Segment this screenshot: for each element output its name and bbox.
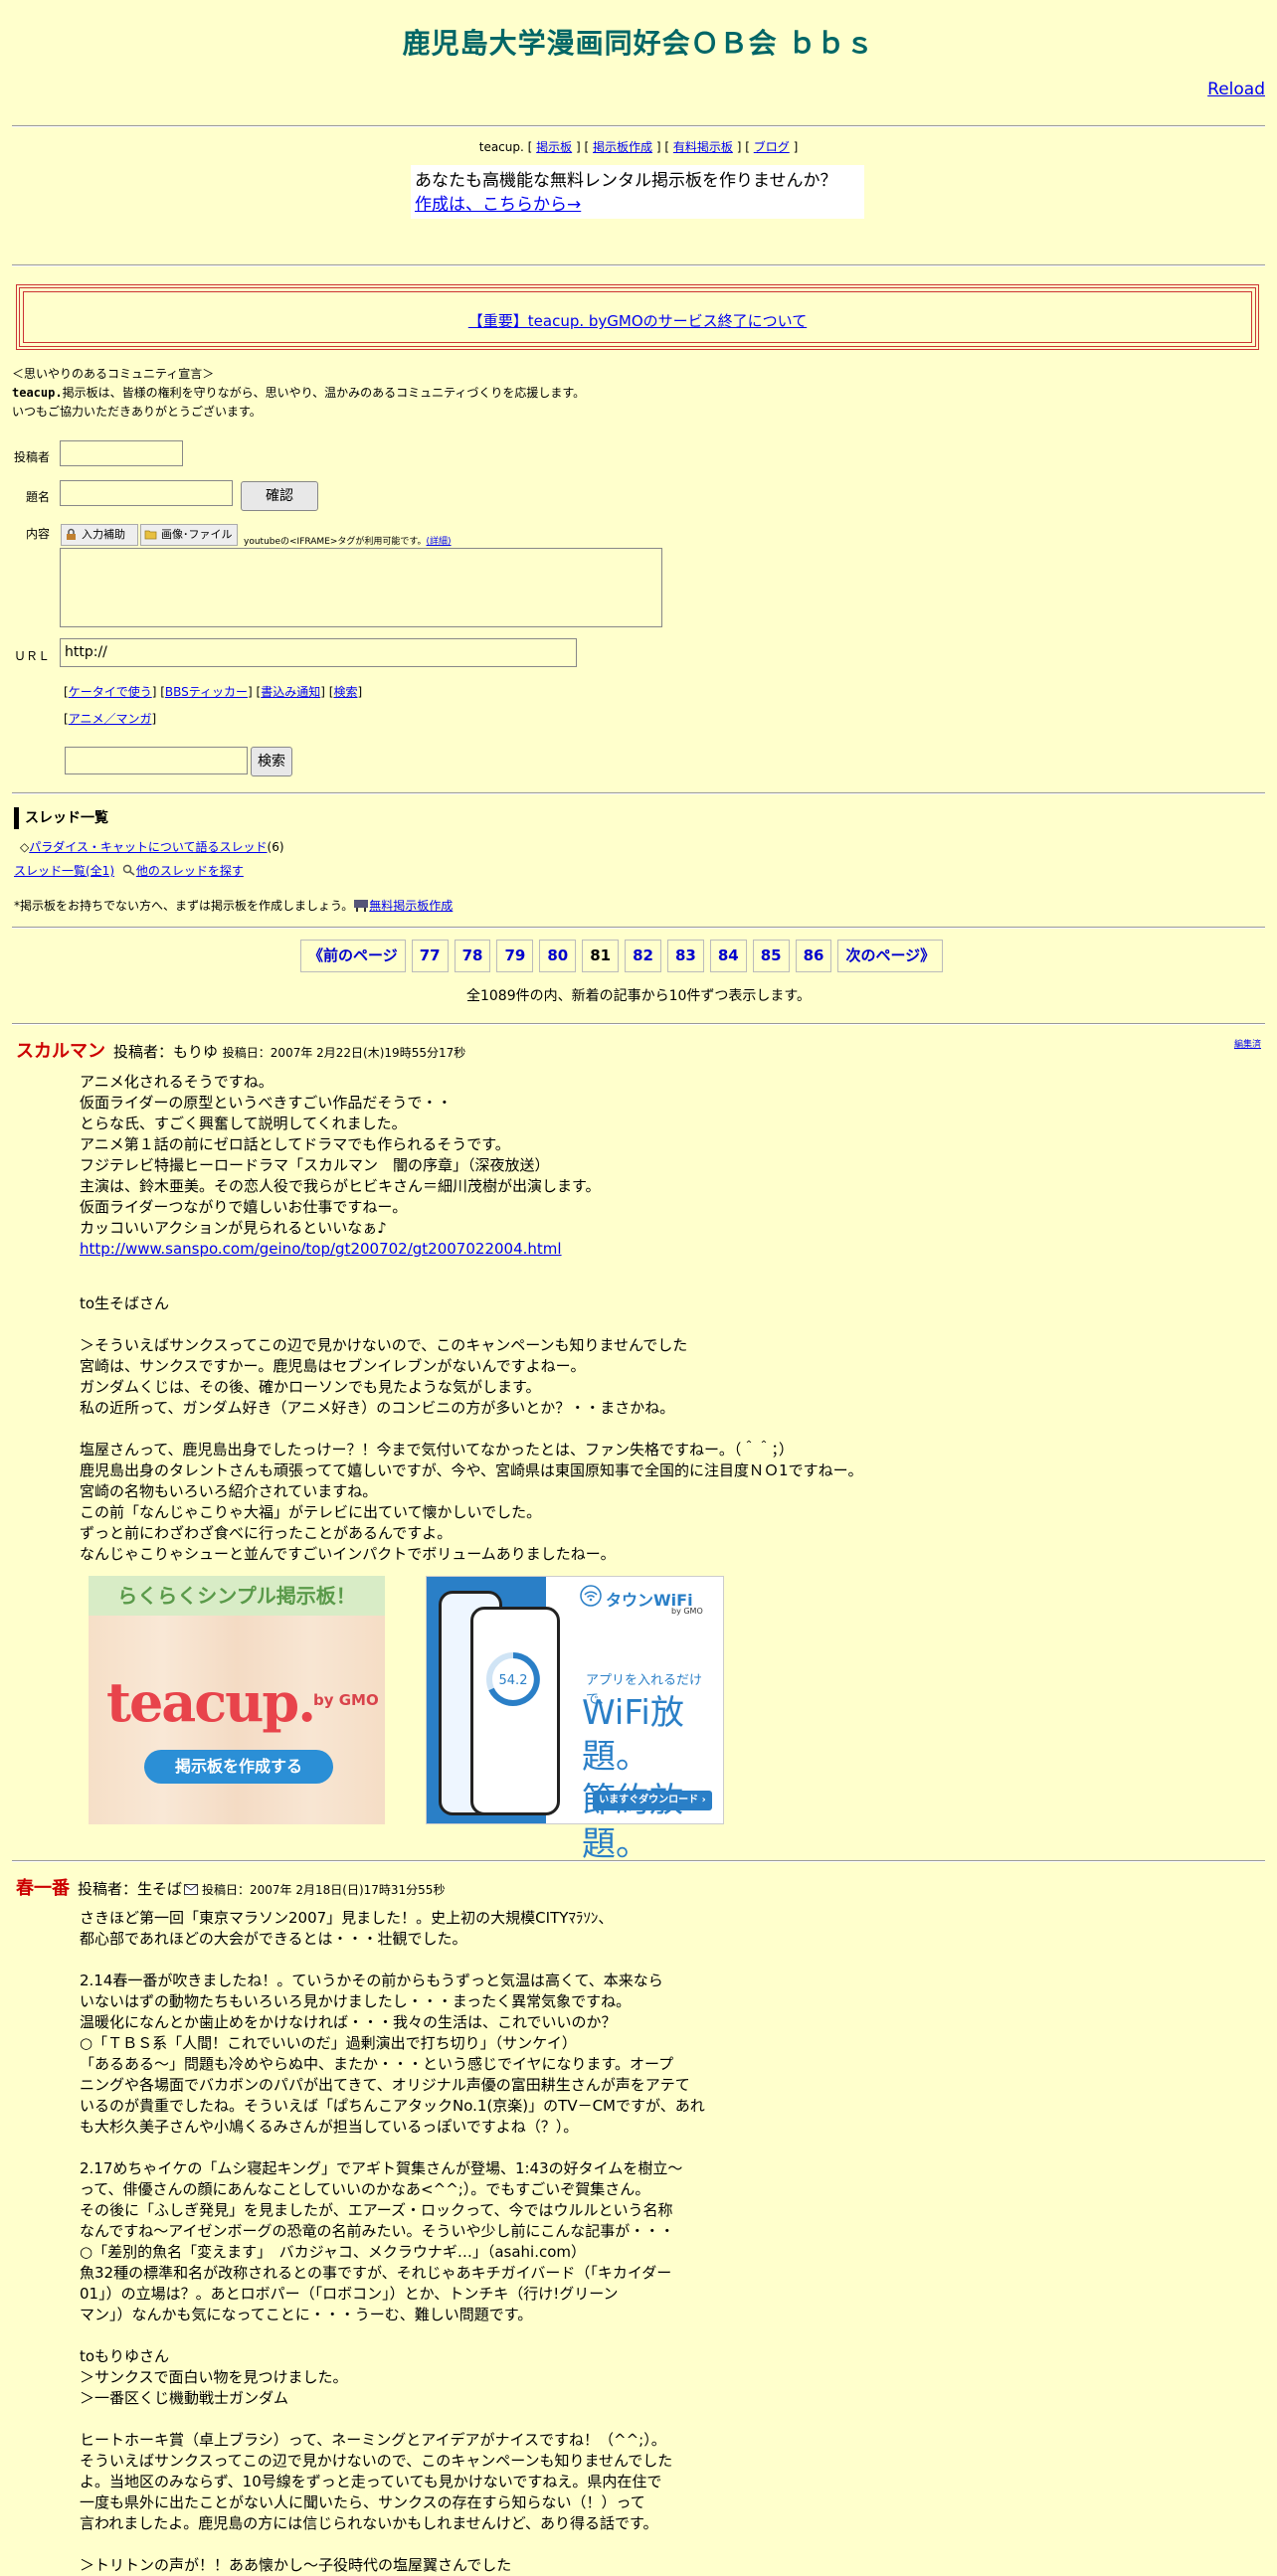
reload-link[interactable]: Reload xyxy=(1207,80,1265,99)
pagination: 《前のページ 77 78 79 80 81 82 83 84 85 86 次のペ… xyxy=(300,940,944,972)
anime-manga-link[interactable]: アニメ／マンガ xyxy=(69,712,152,726)
speed-text: 54.2 xyxy=(499,1673,528,1688)
page-84[interactable]: 84 xyxy=(709,940,747,972)
download-button[interactable]: いますぐダウンロード › xyxy=(593,1791,712,1810)
post-title: 春一番 xyxy=(16,1878,70,1899)
url-label: ＵＲＬ xyxy=(14,649,51,663)
image-file-button[interactable]: 画像･ファイル xyxy=(140,524,238,546)
content-label: 内容 xyxy=(26,527,51,541)
post-date: 投稿日：2007年 2月18日(日)17時31分55秒 xyxy=(202,1883,446,1897)
thread-nav: スレッド一覧(全1) 他のスレッドを探す xyxy=(14,862,244,879)
divider xyxy=(12,1860,1265,1862)
post-link[interactable]: http://www.sanspo.com/geino/top/gt200702… xyxy=(80,1239,562,1260)
page-85[interactable]: 85 xyxy=(752,940,790,972)
nav-link-blog[interactable]: ブログ xyxy=(754,140,790,154)
page-80[interactable]: 80 xyxy=(539,940,577,972)
brand-text: teacup. xyxy=(478,140,524,154)
nav-link-board[interactable]: 掲示板 xyxy=(536,140,572,154)
promo-text: あなたも高機能な無料レンタル掲示板を作りませんか？ xyxy=(415,171,837,191)
input-assist-button[interactable]: 入力補助 xyxy=(61,524,138,546)
teacup-logo: teacup. xyxy=(106,1670,316,1734)
create-note: *掲示板をお持ちでない方へ、まずは掲示板を作成しましょう。 無料掲示板作成 xyxy=(14,899,454,913)
search-input[interactable] xyxy=(65,747,248,774)
service-notice: 【重要】teacup. byGMOのサービス終了について xyxy=(16,284,1259,350)
speed-gauge-icon: 54.2 xyxy=(486,1652,540,1706)
teacup-banner[interactable]: らくらくシンプル掲示板！ teacup. by GMO 掲示板を作成する xyxy=(89,1576,385,1824)
page-79[interactable]: 79 xyxy=(496,940,534,972)
post-body: アニメ化されるそうですね。 仮面ライダーの原型というべきすごい作品だそうで・・ … xyxy=(80,1073,601,1237)
search-icon xyxy=(122,864,135,876)
edit-link[interactable]: 編集済 xyxy=(1234,1037,1261,1050)
notify-link[interactable]: 書込み通知 xyxy=(261,685,320,699)
post-count-summary: 全1089件の内、新着の記事から10件ずつ表示します。 xyxy=(465,988,812,1004)
page-77[interactable]: 77 xyxy=(411,940,449,972)
thread-all-link[interactable]: スレッド一覧(全1) xyxy=(14,864,114,878)
post-date: 投稿日：2007年 2月22日(木)19時55分17秒 xyxy=(222,1046,466,1060)
post-body: さきほど第一回「東京マラソン2007」見ました！。史上初の大規模CITYﾏﾗｿﾝ… xyxy=(80,1909,705,2574)
phone-image: 54.2 xyxy=(470,1607,560,1815)
post-author: 投稿者：もりゆ xyxy=(113,1043,219,1061)
post-meta: 投稿者：もりゆ 投稿日：2007年 2月22日(木)19時55分17秒 xyxy=(113,1041,465,1062)
notice-link[interactable]: 【重要】teacup. byGMOのサービス終了について xyxy=(20,310,1255,331)
details-link[interactable]: (詳細) xyxy=(427,537,452,547)
poster-input[interactable] xyxy=(60,440,183,466)
post-title: スカルマン xyxy=(16,1041,105,1062)
subject-input[interactable] xyxy=(60,480,233,506)
post-author: 投稿者：生そば xyxy=(78,1880,183,1898)
tool-links: [ケータイで使う] [BBSティッカー] [書込み通知] [検索] xyxy=(64,685,363,699)
poster-label: 投稿者 xyxy=(14,450,51,464)
create-board-link[interactable]: 無料掲示板作成 xyxy=(369,899,453,913)
divider xyxy=(12,1023,1265,1025)
search-link[interactable]: 検索 xyxy=(333,685,357,699)
page-current: 81 xyxy=(582,940,620,972)
community-declaration: ＜思いやりのあるコミュニティ宣言＞ teacup.掲示板は、皆様の権利を守りなが… xyxy=(12,367,586,419)
other-thread-link[interactable]: 他のスレッドを探す xyxy=(136,864,244,878)
divider xyxy=(12,125,1265,127)
divider xyxy=(12,927,1265,929)
top-nav: teacup. [ 掲示板 ] [ 掲示板作成 ] [ 有料掲示板 ] [ ブロ… xyxy=(478,140,799,154)
create-board-cta[interactable]: 掲示板を作成する xyxy=(144,1750,333,1784)
wifi-banner[interactable]: 54.2 タウンWiFi by GMO アプリを入れるだけで、 WiFi放題。 … xyxy=(426,1576,724,1864)
prev-page-button[interactable]: 《前のページ xyxy=(300,940,406,972)
divider xyxy=(12,792,1265,794)
wifi-icon xyxy=(580,1585,602,1607)
search-button[interactable]: 検索 xyxy=(251,747,292,776)
folder-icon xyxy=(144,530,157,540)
nav-link-paid[interactable]: 有料掲示板 xyxy=(673,140,733,154)
mobile-link[interactable]: ケータイで使う xyxy=(69,685,152,699)
page-83[interactable]: 83 xyxy=(666,940,704,972)
lock-icon xyxy=(67,528,76,540)
board-title: 鹿児島大学漫画同好会ＯＢ会 ｂｂｓ xyxy=(402,27,875,60)
page: 鹿児島大学漫画同好会ＯＢ会 ｂｂｓ Reload teacup. [ 掲示板 ]… xyxy=(0,0,1277,2574)
category-links: [アニメ／マンガ] xyxy=(64,712,157,726)
page-86[interactable]: 86 xyxy=(795,940,832,972)
iframe-note: youtubeの<IFRAME>タグが利用可能です。(詳細) xyxy=(244,537,452,547)
content-textarea[interactable] xyxy=(60,548,662,627)
next-page-button[interactable]: 次のページ》 xyxy=(837,940,944,972)
post-meta: 投稿者：生そば 投稿日：2007年 2月18日(日)17時31分55秒 xyxy=(78,1878,445,1899)
page-78[interactable]: 78 xyxy=(454,940,491,972)
board-icon xyxy=(354,900,369,912)
promo-link[interactable]: 作成は、こちらから→ xyxy=(415,195,581,215)
ticker-link[interactable]: BBSティッカー xyxy=(165,685,248,699)
mail-icon[interactable] xyxy=(184,1884,199,1895)
page-82[interactable]: 82 xyxy=(625,940,661,972)
nav-link-create[interactable]: 掲示板作成 xyxy=(593,140,652,154)
subject-label: 題名 xyxy=(26,490,51,504)
promo-box: あなたも高機能な無料レンタル掲示板を作りませんか？ 作成は、こちらから→ xyxy=(411,165,864,219)
divider xyxy=(12,264,1265,266)
thread-list-heading: スレッド一覧 xyxy=(14,807,108,829)
thread-item: ◇パラダイス・キャットについて語るスレッド(6) xyxy=(20,840,284,854)
confirm-button[interactable]: 確認 xyxy=(241,481,318,511)
url-input[interactable]: http:// xyxy=(60,638,577,667)
thread-link[interactable]: パラダイス・キャットについて語るスレッド xyxy=(29,840,267,854)
post-body: to生そばさん ＞そういえばサンクスってこの辺で見かけないので、このキャンペーン… xyxy=(80,1294,863,1563)
